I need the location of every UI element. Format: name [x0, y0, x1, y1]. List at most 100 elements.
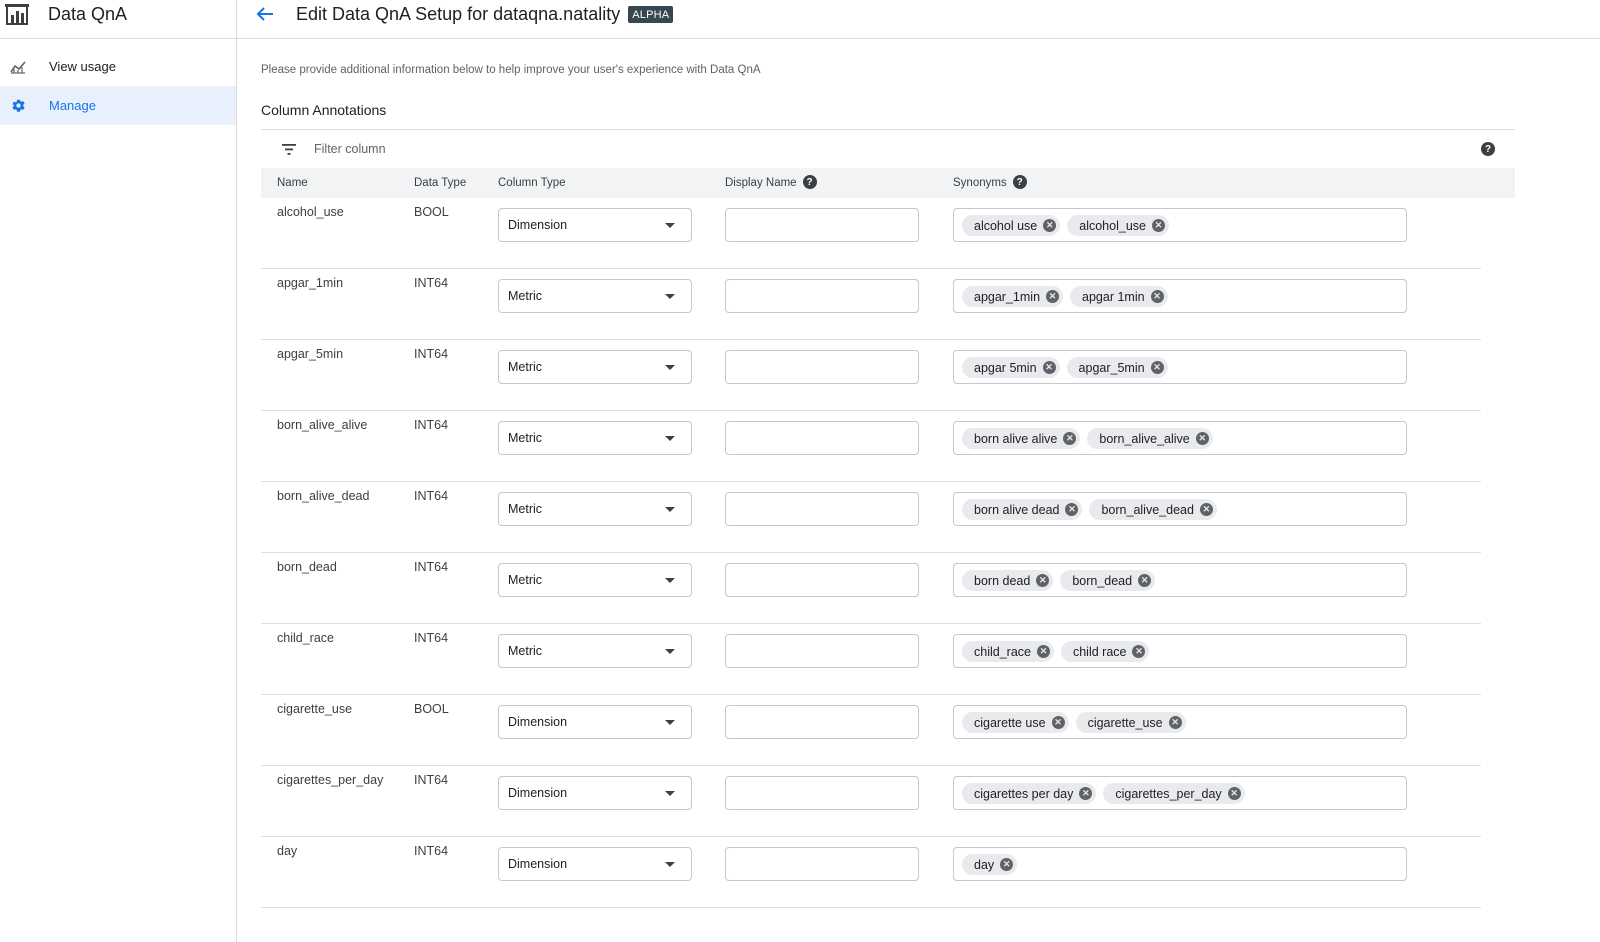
display-name-input[interactable] — [725, 563, 919, 597]
display-name-input[interactable] — [725, 350, 919, 384]
remove-chip-icon[interactable]: ✕ — [1079, 787, 1093, 800]
sidebar-item-manage[interactable]: Manage — [0, 86, 236, 125]
synonym-chip-label: born_dead — [1072, 573, 1133, 588]
column-type-value: Metric — [508, 360, 543, 374]
display-name-input[interactable] — [725, 705, 919, 739]
filter-input[interactable] — [312, 141, 916, 157]
remove-chip-icon[interactable]: ✕ — [1199, 503, 1213, 516]
column-name: cigarettes_per_day — [277, 773, 384, 787]
data-type: INT64 — [414, 418, 449, 432]
column-type-select[interactable]: Dimension — [498, 208, 692, 242]
remove-chip-icon[interactable]: ✕ — [1195, 432, 1209, 445]
synonym-chip-label: child_race — [974, 644, 1031, 659]
table-row: born_alive_dead INT64 Metric born alive … — [261, 482, 1481, 553]
remove-chip-icon[interactable]: ✕ — [1132, 645, 1146, 658]
remove-chip-icon[interactable]: ✕ — [1168, 716, 1182, 729]
chart-icon — [10, 59, 26, 75]
dropdown-arrow-icon — [665, 293, 675, 299]
table-row: child_race INT64 Metric child_race ✕ child… — [261, 624, 1481, 695]
synonym-chip: born_dead ✕ — [1060, 570, 1156, 591]
column-name: cigarette_use — [277, 702, 353, 716]
remove-chip-icon[interactable]: ✕ — [1051, 716, 1065, 729]
synonyms-field[interactable]: day ✕ — [953, 847, 1407, 881]
synonyms-field[interactable]: child_race ✕ child race ✕ — [953, 634, 1407, 668]
help-icon[interactable]: ? — [1481, 142, 1495, 156]
synonym-chip: alcohol use ✕ — [962, 215, 1061, 236]
dropdown-arrow-icon — [665, 719, 675, 725]
arrow-back-icon[interactable] — [253, 2, 277, 26]
synonyms-field[interactable]: apgar 5min ✕ apgar_5min ✕ — [953, 350, 1407, 384]
synonym-chip: cigarette_use ✕ — [1075, 712, 1186, 733]
synonyms-field[interactable]: apgar_1min ✕ apgar 1min ✕ — [953, 279, 1407, 313]
gear-icon — [10, 98, 26, 114]
sidebar-item-view-usage[interactable]: View usage — [0, 47, 236, 86]
help-icon[interactable]: ? — [802, 175, 817, 189]
column-type-select[interactable]: Metric — [498, 634, 692, 668]
column-name: child_race — [277, 631, 334, 645]
remove-chip-icon[interactable]: ✕ — [1065, 503, 1079, 516]
column-type-value: Metric — [508, 573, 543, 587]
column-name: apgar_1min — [277, 276, 344, 290]
table-row: apgar_1min INT64 Metric apgar_1min ✕ apgar… — [261, 269, 1481, 340]
column-header-label: Synonyms — [953, 177, 1007, 190]
synonym-chip: born alive dead ✕ — [962, 499, 1083, 520]
filter-icon[interactable] — [281, 141, 297, 157]
column-type-value: Metric — [508, 289, 543, 303]
remove-chip-icon[interactable]: ✕ — [1063, 432, 1077, 445]
synonym-chip: born_alive_dead ✕ — [1089, 499, 1217, 520]
synonym-chip-label: born_alive_dead — [1101, 502, 1194, 517]
column-header-display-name: Display Name? — [725, 175, 817, 190]
synonym-chip-label: apgar_5min — [1078, 360, 1145, 375]
synonym-chip: alcohol_use ✕ — [1067, 215, 1169, 236]
synonyms-field[interactable]: cigarettes per day ✕ cigarettes_per_day ✕ — [953, 776, 1407, 810]
remove-chip-icon[interactable]: ✕ — [1036, 645, 1050, 658]
synonym-chip-label: apgar_1min — [974, 289, 1041, 304]
display-name-input[interactable] — [725, 776, 919, 810]
synonym-chip: born alive alive ✕ — [962, 428, 1081, 449]
column-type-select[interactable]: Dimension — [498, 705, 692, 739]
column-type-select[interactable]: Metric — [498, 279, 692, 313]
display-name-input[interactable] — [725, 421, 919, 455]
remove-chip-icon[interactable]: ✕ — [1150, 290, 1164, 303]
column-type-value: Metric — [508, 431, 543, 445]
alpha-badge: ALPHA — [628, 5, 674, 23]
remove-chip-icon[interactable]: ✕ — [1046, 290, 1060, 303]
remove-chip-icon[interactable]: ✕ — [1151, 219, 1165, 232]
remove-chip-icon[interactable]: ✕ — [1227, 787, 1241, 800]
synonyms-field[interactable]: born dead ✕ born_dead ✕ — [953, 563, 1407, 597]
synonyms-field[interactable]: born alive dead ✕ born_alive_dead ✕ — [953, 492, 1407, 526]
remove-chip-icon[interactable]: ✕ — [1138, 574, 1152, 587]
column-type-select[interactable]: Metric — [498, 492, 692, 526]
data-type: INT64 — [414, 844, 449, 858]
synonyms-field[interactable]: born alive alive ✕ born_alive_alive ✕ — [953, 421, 1407, 455]
synonyms-field[interactable]: alcohol use ✕ alcohol_use ✕ — [953, 208, 1407, 242]
dropdown-arrow-icon — [665, 364, 675, 370]
column-header-label: Display Name — [725, 177, 797, 190]
help-icon[interactable]: ? — [1012, 175, 1027, 189]
table-row: cigarettes_per_day INT64 Dimension cigar… — [261, 766, 1481, 837]
display-name-input[interactable] — [725, 847, 919, 881]
synonym-chip-label: born alive alive — [974, 431, 1058, 446]
remove-chip-icon[interactable]: ✕ — [1000, 858, 1014, 871]
remove-chip-icon[interactable]: ✕ — [1150, 361, 1164, 374]
column-type-select[interactable]: Metric — [498, 421, 692, 455]
display-name-input[interactable] — [725, 634, 919, 668]
synonym-chip: apgar 5min ✕ — [962, 357, 1060, 378]
column-type-select[interactable]: Dimension — [498, 847, 692, 881]
column-type-select[interactable]: Metric — [498, 350, 692, 384]
remove-chip-icon[interactable]: ✕ — [1043, 219, 1057, 232]
display-name-input[interactable] — [725, 279, 919, 313]
dropdown-arrow-icon — [665, 790, 675, 796]
synonym-chip: apgar_1min ✕ — [962, 286, 1064, 307]
sidebar-item-label: View usage — [49, 59, 116, 74]
remove-chip-icon[interactable]: ✕ — [1042, 361, 1056, 374]
column-name: day — [277, 844, 298, 858]
column-type-select[interactable]: Dimension — [498, 776, 692, 810]
synonyms-field[interactable]: cigarette use ✕ cigarette_use ✕ — [953, 705, 1407, 739]
column-type-select[interactable]: Metric — [498, 563, 692, 597]
synonym-chip-label: child race — [1072, 644, 1127, 659]
sidebar: Data QnA View usage Manage — [0, 0, 237, 942]
display-name-input[interactable] — [725, 208, 919, 242]
display-name-input[interactable] — [725, 492, 919, 526]
remove-chip-icon[interactable]: ✕ — [1036, 574, 1050, 587]
